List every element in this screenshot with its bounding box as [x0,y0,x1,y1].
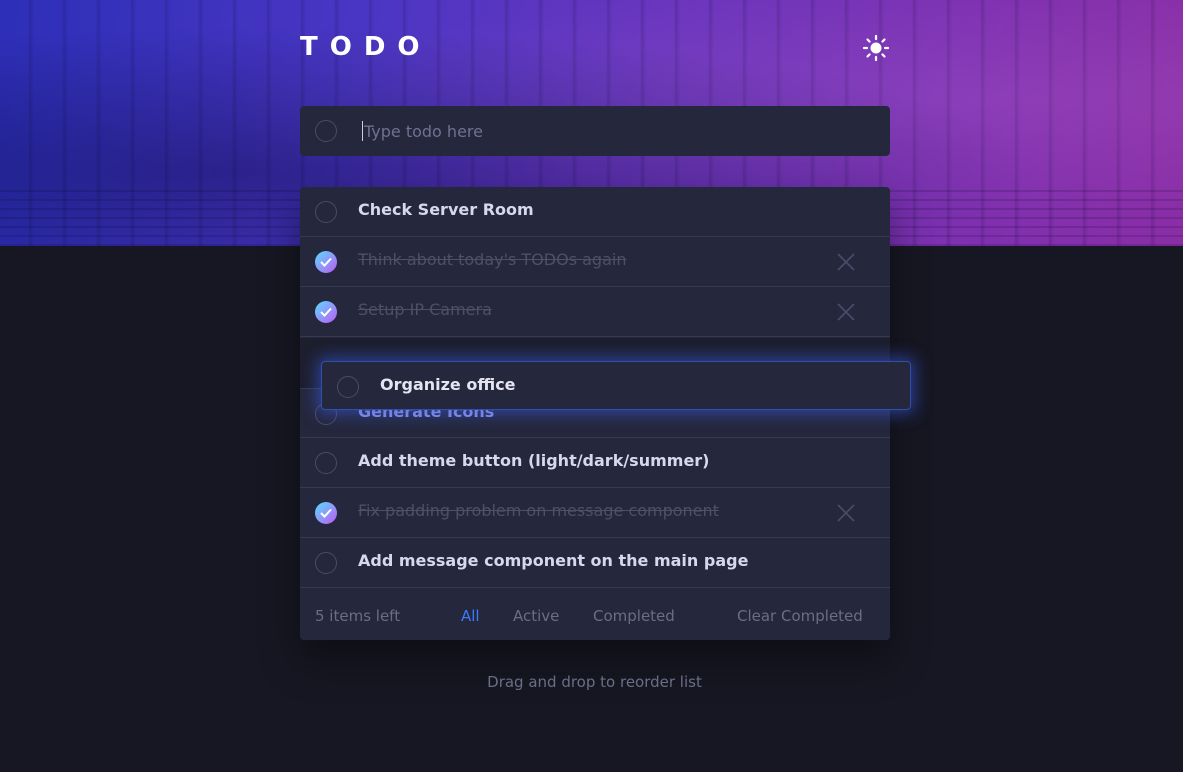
todo-checkbox-checked[interactable] [315,251,337,273]
todo-text: Organize office [380,375,516,394]
todo-checkbox[interactable] [315,201,337,223]
todo-checkbox-checked[interactable] [315,301,337,323]
todo-text: Add theme button (light/dark/summer) [358,451,710,470]
check-icon [320,257,332,267]
todo-checkbox[interactable] [315,452,337,474]
todo-checkbox-checked[interactable] [315,502,337,524]
delete-button[interactable] [836,302,856,322]
filter-active-button[interactable]: Active [513,607,559,625]
reorder-hint: Drag and drop to reorder list [487,673,702,691]
filter-all-button[interactable]: All [461,607,480,625]
todo-item[interactable]: Think about today's TODOs again [300,237,890,287]
todo-list: Check Server Room Think about today's TO… [300,187,890,640]
close-icon [837,253,855,271]
new-todo-checkbox[interactable] [315,120,337,142]
check-icon [320,307,332,317]
new-todo-row [300,106,890,156]
todo-text: Fix padding problem on message component [358,501,719,520]
todo-item[interactable]: Add message component on the main page [300,538,890,588]
app-title: TODO [300,32,432,62]
clear-completed-button[interactable]: Clear Completed [737,607,863,625]
dragging-todo-item[interactable]: Organize office [321,361,911,410]
check-icon [320,508,332,518]
todo-text: Setup IP Camera [358,300,492,319]
sun-icon [862,34,890,62]
todo-item[interactable]: Setup IP Camera [300,287,890,337]
todo-checkbox[interactable] [315,552,337,574]
todo-item[interactable]: Add theme button (light/dark/summer) [300,438,890,488]
filter-completed-button[interactable]: Completed [593,607,675,625]
todo-checkbox[interactable] [337,376,359,398]
todo-item[interactable]: Fix padding problem on message component [300,488,890,538]
todo-text: Think about today's TODOs again [358,250,627,269]
todo-text: Add message component on the main page [358,551,749,570]
delete-button[interactable] [836,252,856,272]
theme-toggle-button[interactable] [862,34,890,62]
close-icon [837,504,855,522]
new-todo-input[interactable] [362,121,862,141]
todo-text: Check Server Room [358,200,534,219]
close-icon [837,303,855,321]
delete-button[interactable] [836,503,856,523]
list-footer: 5 items left All Active Completed Clear … [300,590,890,640]
todo-item[interactable]: Check Server Room [300,187,890,237]
items-left-count: 5 items left [315,607,401,625]
